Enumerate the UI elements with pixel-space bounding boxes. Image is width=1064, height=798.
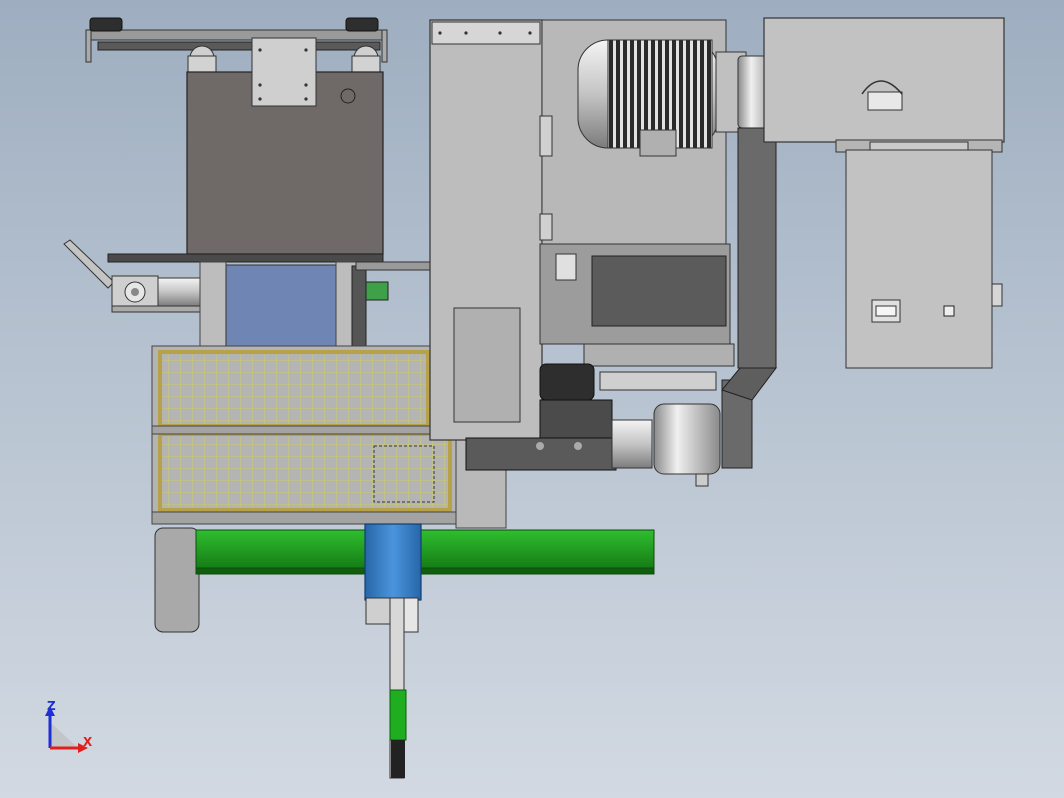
machine-assembly-drawing: Z X [45, 17, 1005, 779]
hoist-beam [85, 17, 388, 75]
cad-viewport[interactable]: Z X [0, 0, 1064, 798]
linear-rail [154, 523, 655, 779]
coordinate-triad: Z X [45, 699, 93, 753]
hopper-box [107, 37, 384, 263]
x-axis-label: X [83, 735, 93, 749]
z-axis-label: Z [47, 699, 56, 713]
control-cabinet [763, 17, 1005, 369]
